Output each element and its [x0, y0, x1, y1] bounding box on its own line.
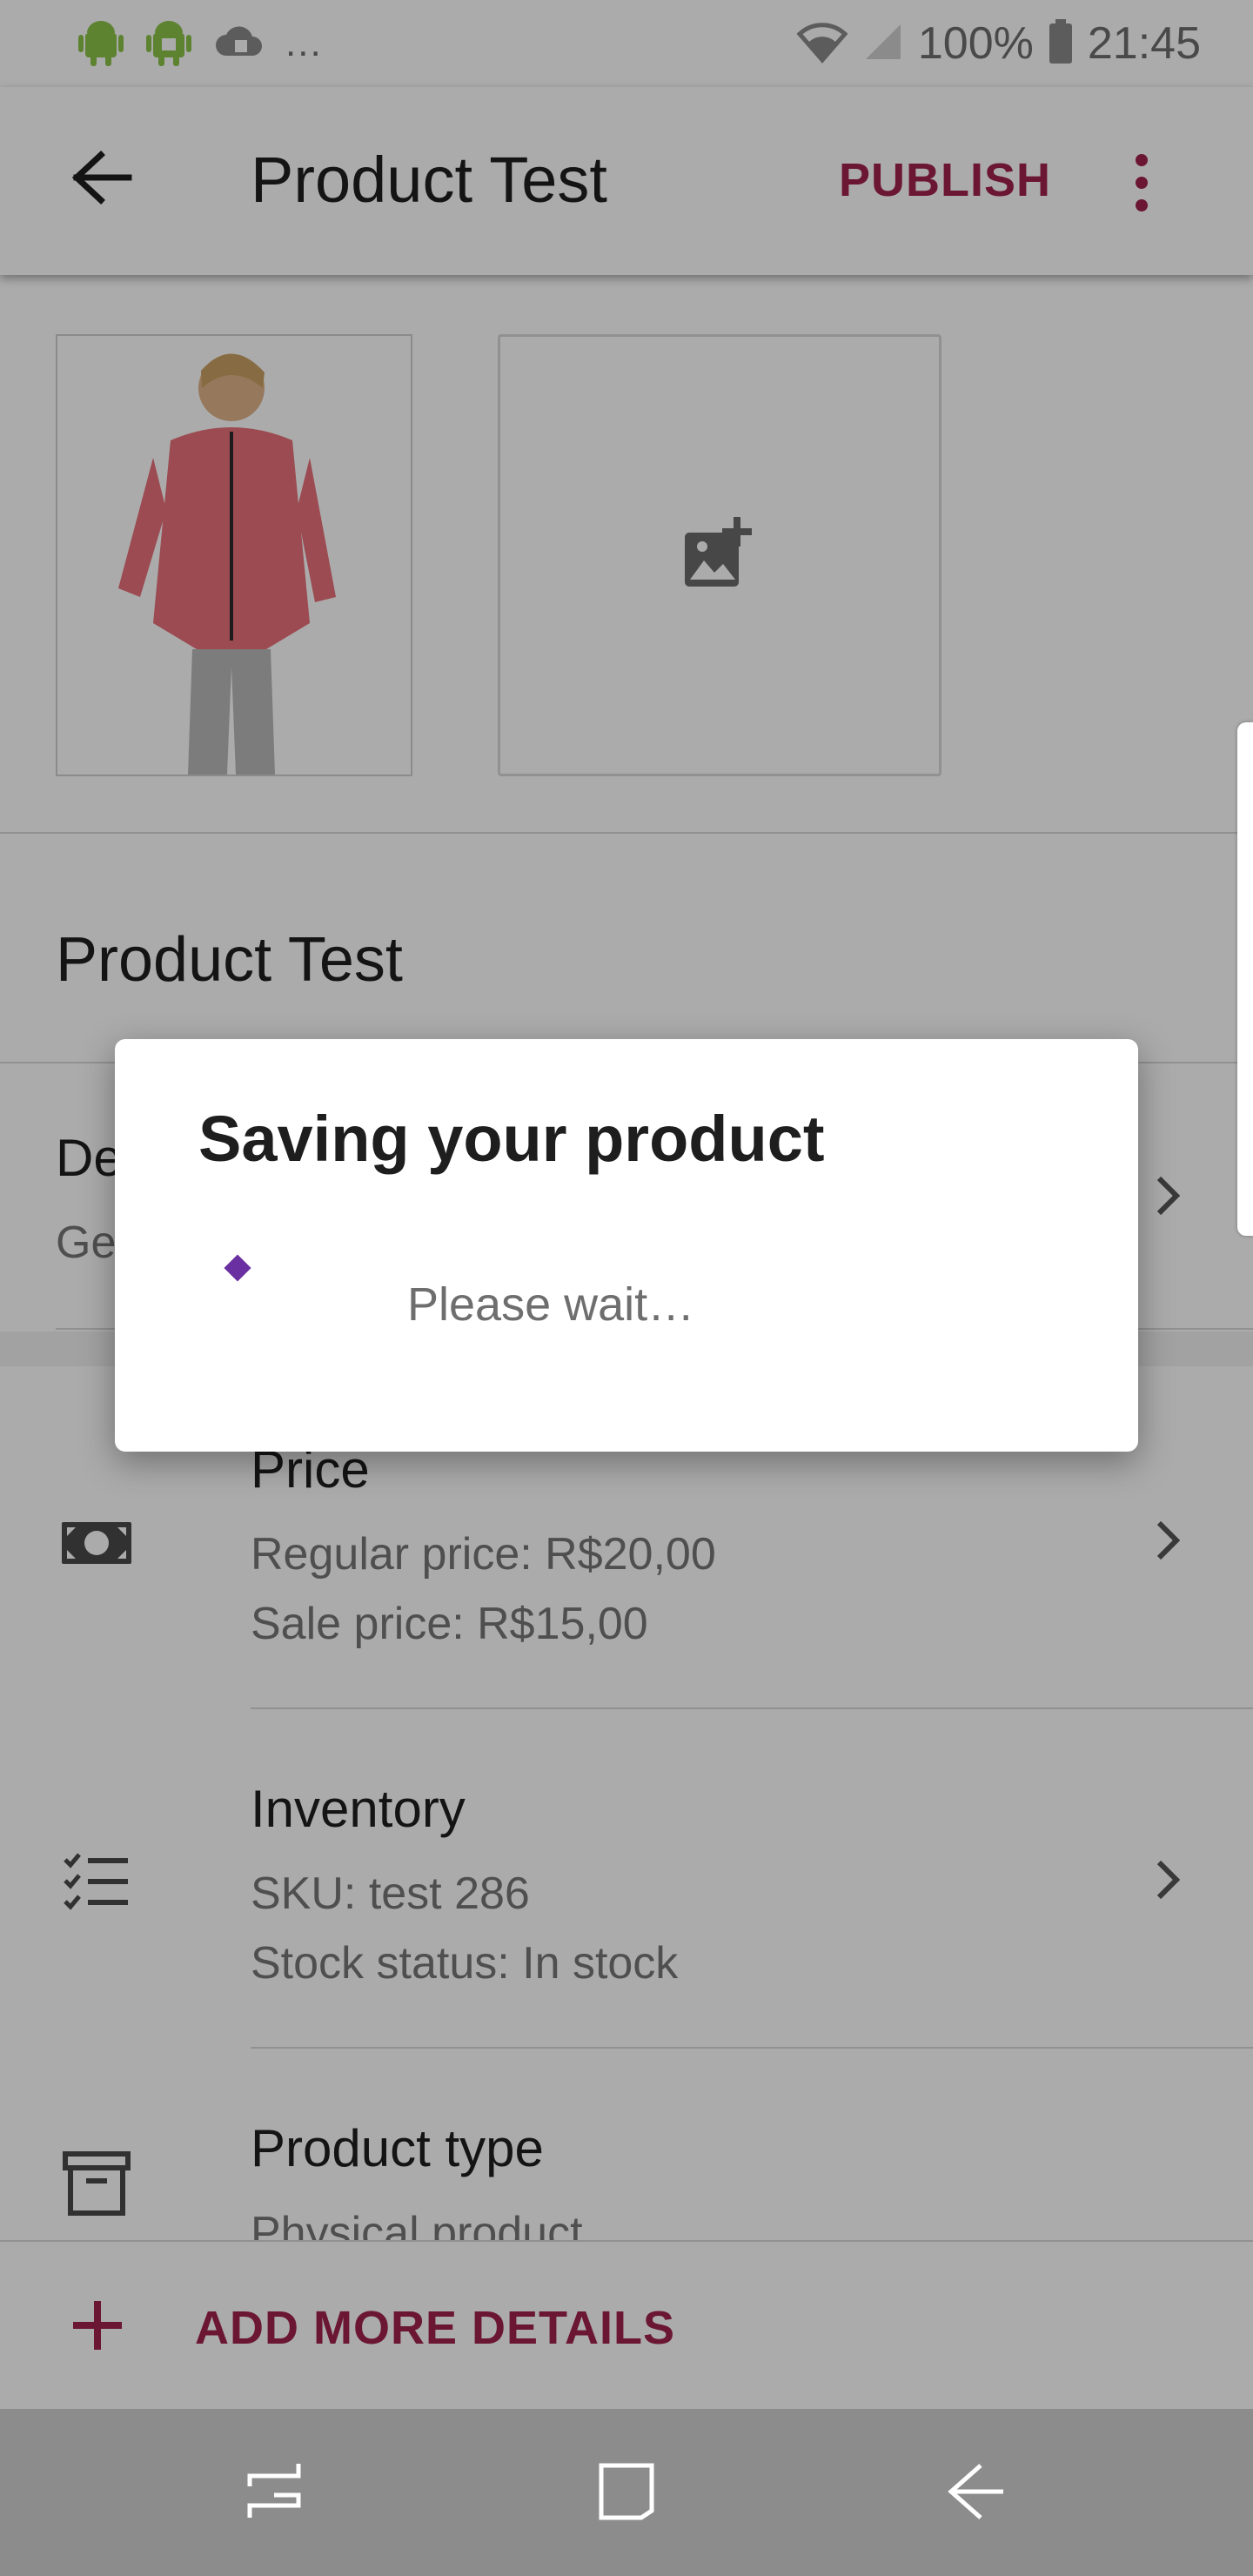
home-button[interactable]: [574, 2440, 679, 2545]
nav-back-button[interactable]: [924, 2440, 1029, 2545]
recents-button[interactable]: [223, 2440, 327, 2545]
dialog-title: Saving your product: [198, 1103, 825, 1175]
recents-icon: [245, 2460, 305, 2526]
home-icon: [596, 2460, 657, 2526]
dialog-message: Please wait…: [407, 1278, 695, 1331]
scrollbar[interactable]: [1237, 722, 1253, 1236]
nav-back-icon: [946, 2460, 1007, 2526]
